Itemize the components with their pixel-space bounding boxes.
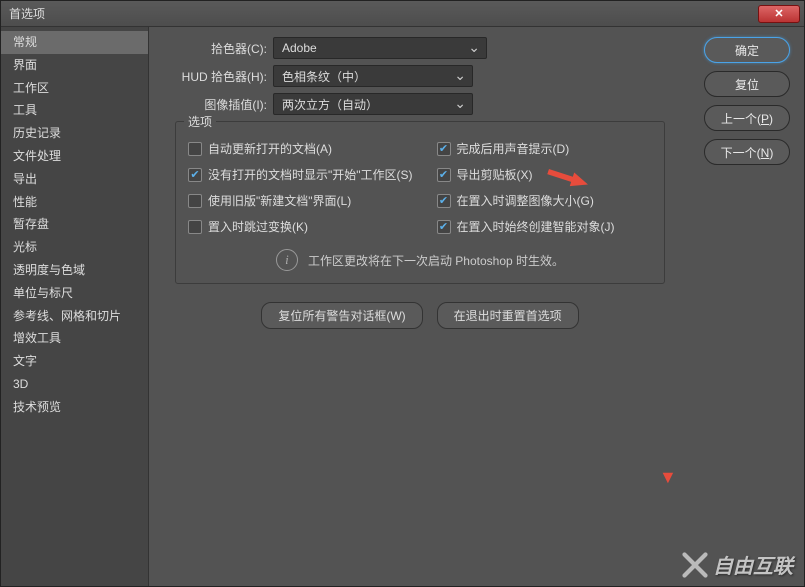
watermark-x-icon bbox=[681, 551, 709, 579]
sidebar-item-1[interactable]: 界面 bbox=[1, 54, 148, 77]
checkbox-right-3[interactable]: 在置入时始终创建智能对象(J) bbox=[437, 218, 615, 235]
checkbox-box-icon bbox=[188, 168, 202, 182]
reset-warnings-label: 复位所有警告对话框(W) bbox=[278, 309, 405, 323]
sidebar-item-7[interactable]: 性能 bbox=[1, 191, 148, 214]
next-button[interactable]: 下一个(N) bbox=[704, 139, 790, 165]
checkbox-label: 完成后用声音提示(D) bbox=[457, 140, 570, 157]
ok-label: 确定 bbox=[735, 42, 759, 59]
prev-label: 上一个(P) bbox=[721, 110, 773, 127]
checkbox-label: 在置入时调整图像大小(G) bbox=[457, 192, 594, 209]
checkbox-right-2[interactable]: 在置入时调整图像大小(G) bbox=[437, 192, 615, 209]
options-right-column: 完成后用声音提示(D) 导出剪贴板(X) 在置入时调整图像大小(G) 在置入时始终创建… bbox=[437, 140, 615, 235]
next-label: 下一个(N) bbox=[721, 144, 774, 161]
checkbox-box-icon bbox=[188, 220, 202, 234]
select-color-picker[interactable]: Adobe bbox=[273, 37, 487, 59]
main-panel: 拾色器(C): Adobe HUD 拾色器(H): 色相条纹（中） 图像插值(I… bbox=[149, 27, 804, 586]
sidebar-item-12[interactable]: 参考线、网格和切片 bbox=[1, 305, 148, 328]
window-title: 首选项 bbox=[9, 5, 45, 22]
checkbox-right-1[interactable]: 导出剪贴板(X) bbox=[437, 166, 615, 183]
checkbox-box-icon bbox=[437, 220, 451, 234]
options-left-column: 自动更新打开的文档(A) 没有打开的文档时显示"开始"工作区(S) 使用旧版"新建文… bbox=[188, 140, 413, 235]
checkbox-box-icon bbox=[437, 194, 451, 208]
sidebar-item-14[interactable]: 文字 bbox=[1, 350, 148, 373]
sidebar-item-5[interactable]: 文件处理 bbox=[1, 145, 148, 168]
checkbox-label: 使用旧版"新建文档"界面(L) bbox=[208, 192, 351, 209]
select-color-picker-value: Adobe bbox=[282, 41, 317, 55]
watermark: 自由互联 bbox=[681, 550, 793, 579]
checkbox-left-1[interactable]: 没有打开的文档时显示"开始"工作区(S) bbox=[188, 166, 413, 183]
label-image-interp: 图像插值(I): bbox=[163, 96, 267, 113]
select-image-interp-value: 两次立方（自动） bbox=[282, 96, 378, 113]
sidebar-item-3[interactable]: 工具 bbox=[1, 99, 148, 122]
bottom-button-row: 复位所有警告对话框(W) 在退出时重置首选项 bbox=[175, 302, 665, 329]
sidebar-item-10[interactable]: 透明度与色域 bbox=[1, 259, 148, 282]
window-body: 常规界面工作区工具历史记录文件处理导出性能暂存盘光标透明度与色域单位与标尺参考线… bbox=[1, 27, 804, 586]
select-image-interp[interactable]: 两次立方（自动） bbox=[273, 93, 473, 115]
info-row: i 工作区更改将在下一次启动 Photoshop 时生效。 bbox=[188, 249, 652, 271]
prev-button[interactable]: 上一个(P) bbox=[704, 105, 790, 131]
row-hud-picker: HUD 拾色器(H): 色相条纹（中） bbox=[163, 65, 790, 87]
checkbox-box-icon bbox=[437, 168, 451, 182]
checkbox-label: 自动更新打开的文档(A) bbox=[208, 140, 332, 157]
checkbox-left-2[interactable]: 使用旧版"新建文档"界面(L) bbox=[188, 192, 413, 209]
options-fieldset: 选项 自动更新打开的文档(A)没有打开的文档时显示"开始"工作区(S)使用旧版"… bbox=[175, 121, 665, 284]
options-checks: 自动更新打开的文档(A) 没有打开的文档时显示"开始"工作区(S) 使用旧版"新建文… bbox=[188, 140, 652, 235]
sidebar-item-8[interactable]: 暂存盘 bbox=[1, 213, 148, 236]
sidebar-item-16[interactable]: 技术预览 bbox=[1, 396, 148, 419]
sidebar: 常规界面工作区工具历史记录文件处理导出性能暂存盘光标透明度与色域单位与标尺参考线… bbox=[1, 27, 149, 586]
info-icon: i bbox=[276, 249, 298, 271]
label-color-picker: 拾色器(C): bbox=[163, 40, 267, 57]
label-hud-picker: HUD 拾色器(H): bbox=[163, 68, 267, 85]
titlebar: 首选项 ✕ bbox=[1, 1, 804, 27]
close-icon: ✕ bbox=[774, 7, 783, 20]
sidebar-item-4[interactable]: 历史记录 bbox=[1, 122, 148, 145]
select-hud-picker[interactable]: 色相条纹（中） bbox=[273, 65, 473, 87]
sidebar-item-11[interactable]: 单位与标尺 bbox=[1, 282, 148, 305]
checkbox-label: 没有打开的文档时显示"开始"工作区(S) bbox=[208, 166, 413, 183]
sidebar-item-6[interactable]: 导出 bbox=[1, 168, 148, 191]
checkbox-label: 在置入时始终创建智能对象(J) bbox=[457, 218, 615, 235]
row-color-picker: 拾色器(C): Adobe bbox=[163, 37, 790, 59]
watermark-text: 自由互联 bbox=[713, 550, 793, 579]
row-image-interp: 图像插值(I): 两次立方（自动） bbox=[163, 93, 790, 115]
checkbox-box-icon bbox=[437, 142, 451, 156]
reset-on-quit-button[interactable]: 在退出时重置首选项 bbox=[437, 302, 579, 329]
info-text: 工作区更改将在下一次启动 Photoshop 时生效。 bbox=[308, 252, 564, 269]
sidebar-item-2[interactable]: 工作区 bbox=[1, 77, 148, 100]
checkbox-left-0[interactable]: 自动更新打开的文档(A) bbox=[188, 140, 413, 157]
annotation-caret-icon: ▼ bbox=[659, 467, 677, 488]
sidebar-item-13[interactable]: 增效工具 bbox=[1, 327, 148, 350]
cancel-button[interactable]: 复位 bbox=[704, 71, 790, 97]
right-button-column: 确定 复位 上一个(P) 下一个(N) bbox=[704, 37, 790, 165]
preferences-window: 首选项 ✕ 常规界面工作区工具历史记录文件处理导出性能暂存盘光标透明度与色域单位… bbox=[0, 0, 805, 587]
select-hud-picker-value: 色相条纹（中） bbox=[282, 68, 366, 85]
checkbox-left-3[interactable]: 置入时跳过变换(K) bbox=[188, 218, 413, 235]
options-legend: 选项 bbox=[184, 113, 216, 130]
checkbox-label: 置入时跳过变换(K) bbox=[208, 218, 308, 235]
sidebar-item-9[interactable]: 光标 bbox=[1, 236, 148, 259]
checkbox-label: 导出剪贴板(X) bbox=[457, 166, 533, 183]
checkbox-box-icon bbox=[188, 194, 202, 208]
ok-button[interactable]: 确定 bbox=[704, 37, 790, 63]
close-button[interactable]: ✕ bbox=[758, 5, 800, 23]
sidebar-item-15[interactable]: 3D bbox=[1, 373, 148, 396]
checkbox-right-0[interactable]: 完成后用声音提示(D) bbox=[437, 140, 615, 157]
sidebar-item-0[interactable]: 常规 bbox=[1, 31, 148, 54]
cancel-label: 复位 bbox=[735, 76, 759, 93]
reset-warnings-button[interactable]: 复位所有警告对话框(W) bbox=[261, 302, 422, 329]
reset-on-quit-label: 在退出时重置首选项 bbox=[454, 309, 562, 323]
checkbox-box-icon bbox=[188, 142, 202, 156]
